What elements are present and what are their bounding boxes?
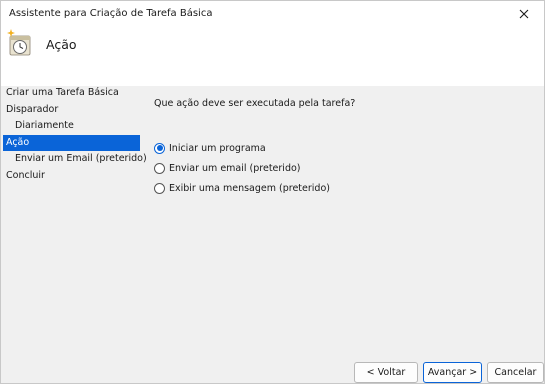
option-show-message[interactable]: Exibir uma mensagem (preterido) (154, 178, 330, 198)
wizard-header: Ação (1, 26, 544, 86)
option-send-email[interactable]: Enviar um email (preterido) (154, 158, 330, 178)
option-label: Enviar um email (preterido) (169, 162, 301, 174)
option-label: Exibir uma mensagem (preterido) (169, 182, 330, 194)
page-title: Ação (46, 37, 77, 52)
radio-start-program[interactable] (154, 142, 165, 154)
radio-send-email[interactable] (154, 162, 165, 174)
title-bar: Assistente para Criação de Tarefa Básica (1, 1, 544, 26)
close-icon (519, 9, 529, 18)
cancel-button[interactable]: Cancelar (487, 362, 544, 383)
step-action[interactable]: Ação (3, 134, 140, 151)
radio-show-message[interactable] (154, 182, 165, 194)
action-question: Que ação deve ser executada pela tarefa? (154, 98, 356, 109)
option-label: Iniciar um programa (169, 142, 266, 154)
wizard-window: Assistente para Criação de Tarefa Básica… (0, 0, 545, 384)
window-title: Assistente para Criação de Tarefa Básica (9, 8, 213, 19)
wizard-steps-sidebar: Criar uma Tarefa Básica Disparador Diari… (3, 85, 147, 185)
step-daily[interactable]: Diariamente (3, 118, 140, 135)
action-options: Iniciar um programa Enviar um email (pre… (154, 138, 330, 198)
option-start-program[interactable]: Iniciar um programa (154, 138, 330, 158)
task-scheduler-clock-icon (7, 29, 31, 56)
step-create-basic-task[interactable]: Criar uma Tarefa Básica (3, 85, 140, 102)
back-button[interactable]: < Voltar (354, 362, 418, 383)
next-button[interactable]: Avançar > (423, 362, 482, 383)
close-button[interactable] (504, 1, 544, 26)
question-area: Que ação deve ser executada pela tarefa? (154, 98, 355, 109)
step-finish[interactable]: Concluir (3, 168, 140, 185)
step-send-email[interactable]: Enviar um Email (preterido) (3, 151, 147, 168)
step-trigger[interactable]: Disparador (3, 102, 140, 119)
